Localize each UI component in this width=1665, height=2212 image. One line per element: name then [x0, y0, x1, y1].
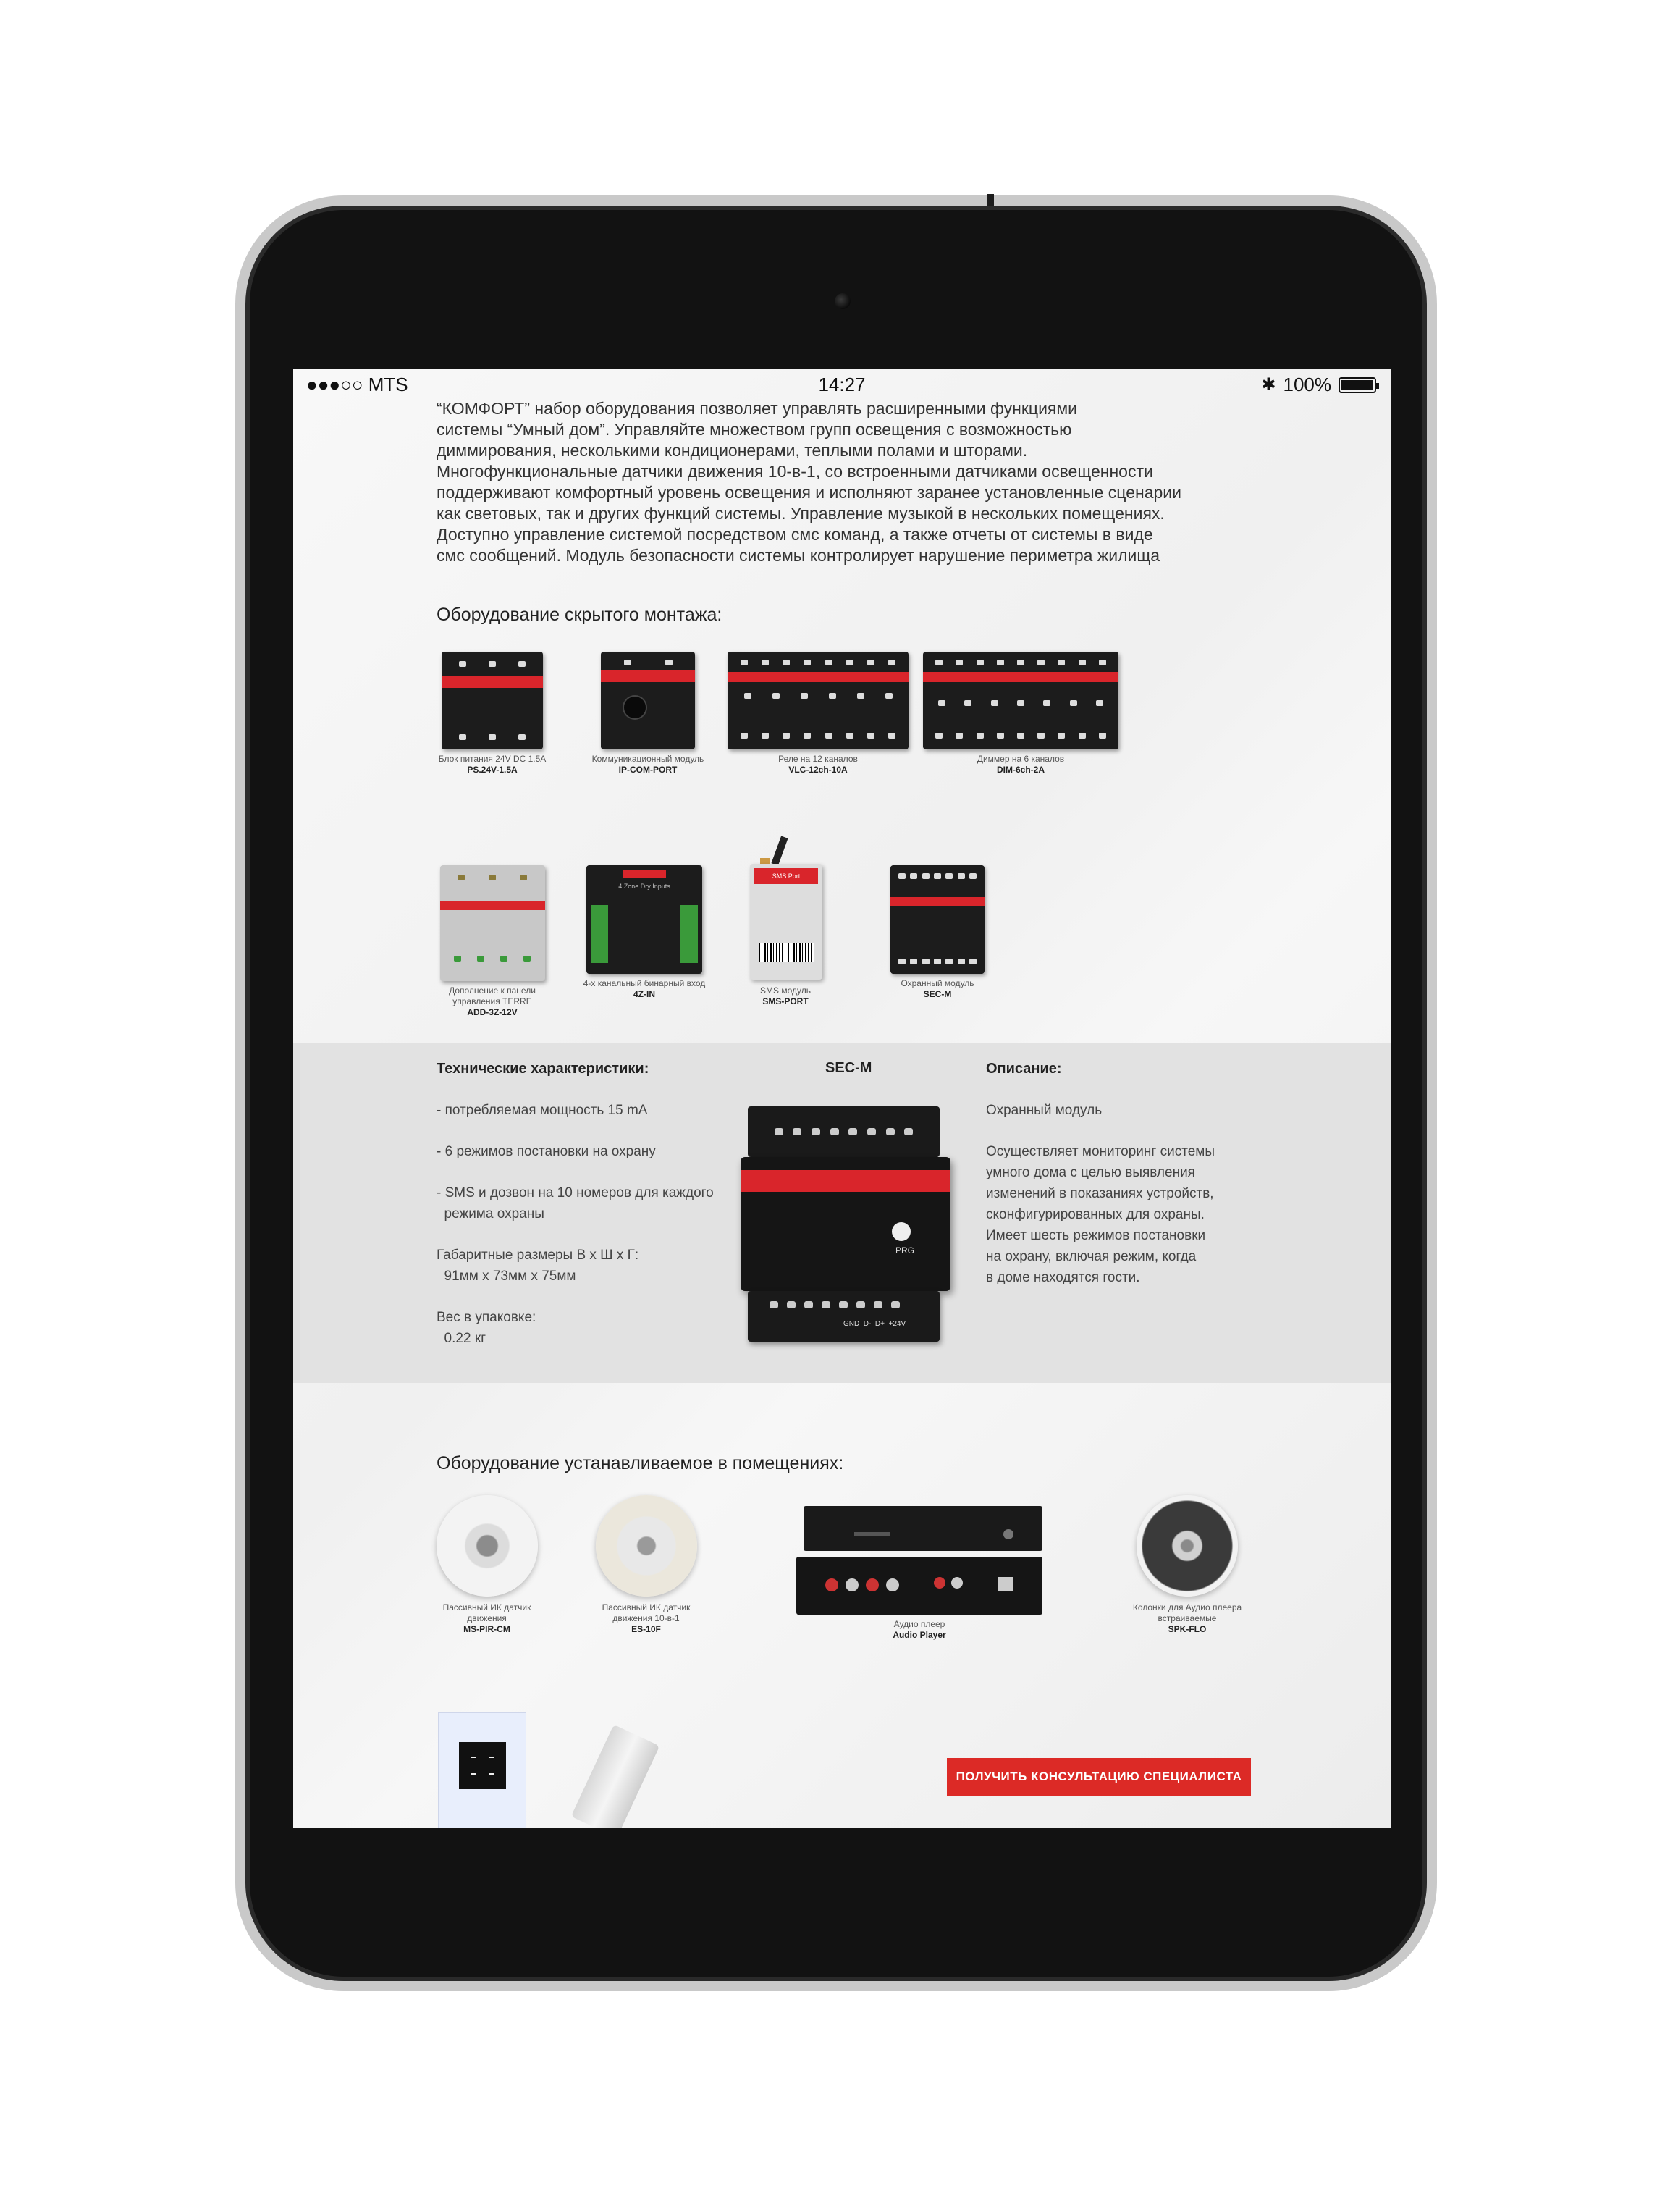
device-label: 4 Zone Dry Inputs	[618, 883, 670, 890]
desc-line: сконфигурированных для охраны.	[986, 1207, 1205, 1222]
product-name: SPK-FLO	[1168, 1624, 1207, 1634]
desc-line: Осуществляет мониторинг системы	[986, 1144, 1215, 1159]
prg-label: PRG	[895, 1245, 914, 1256]
relay-image	[728, 652, 909, 749]
screen: ●●●○○ MTS 14:27 ✱ 100% “КОМФОРТ” набор о…	[293, 369, 1391, 1828]
detail-product-title: SEC-M	[825, 1060, 872, 1076]
audio-player-image	[796, 1506, 1042, 1615]
spec-line: режима охраны	[437, 1206, 544, 1221]
description-block: Описание: Охранный модуль Осуществляет м…	[986, 1059, 1290, 1288]
product-desc: Блок питания 24V DC 1.5A	[438, 754, 547, 764]
spec-line: Вес в упаковке:	[437, 1310, 536, 1325]
product-desc: Дополнение к панели управления TERRE	[449, 985, 536, 1006]
product-name: VLC-12ch-10A	[788, 765, 848, 775]
desc-line: умного дома с целью выявления	[986, 1165, 1195, 1180]
product-card[interactable]: Пассивный ИК датчик движения MS-PIR-CM	[423, 1495, 550, 1635]
intro-text: “КОМФОРТ” набор оборудования позволяет у…	[437, 398, 1233, 566]
pir-sensor-image	[436, 1495, 538, 1597]
sms-module-image: SMS Port	[746, 836, 825, 981]
product-name: ES-10F	[631, 1624, 661, 1634]
product-card[interactable]: Блок питания 24V DC 1.5A PS.24V-1.5A	[409, 652, 576, 775]
touch-panel-image	[438, 1712, 526, 1828]
bluetooth-icon: ✱	[1261, 375, 1276, 395]
product-desc: Реле на 12 каналов	[778, 754, 858, 764]
addon-panel-image	[439, 865, 545, 981]
intro-line: диммирования, несколькими кондиционерами…	[437, 441, 1028, 460]
product-desc: Коммуникационный модуль	[591, 754, 704, 764]
consultation-button[interactable]: ПОЛУЧИТЬ КОНСУЛЬТАЦИЮ СПЕЦИАЛИСТА	[947, 1758, 1251, 1796]
intro-line: системы “Умный дом”. Управляйте множеств…	[437, 420, 1072, 439]
battery-icon	[1339, 377, 1379, 393]
desc-line: на охрану, включая режим, когда	[986, 1249, 1197, 1264]
product-detail-band: Технические характеристики: - потребляем…	[293, 1043, 1391, 1383]
intro-line: “КОМФОРТ” набор оборудования позволяет у…	[437, 399, 1078, 418]
product-card[interactable]: 4 Zone Dry Inputs 4-х канальный бинарный…	[579, 865, 709, 1000]
product-card[interactable]: Аудио плеер Audio Player	[789, 1506, 1050, 1641]
product-card[interactable]: SMS Port SMS модуль SMS-PORT	[731, 836, 840, 1007]
desc-line: в доме находятся гости.	[986, 1270, 1140, 1285]
curtain-motor-image	[570, 1724, 660, 1828]
com-module-image	[601, 652, 695, 749]
spec-line: 0.22 кг	[437, 1331, 486, 1346]
power-supply-image	[442, 652, 543, 749]
product-name: IP-COM-PORT	[618, 765, 678, 775]
desc-line: Имеет шесть режимов постановки	[986, 1228, 1206, 1243]
product-name: ADD-3Z-12V	[467, 1007, 518, 1017]
product-name: SEC-M	[923, 989, 952, 999]
spec-line: - SMS и дозвон на 10 номеров для каждого	[437, 1185, 714, 1200]
product-name: Audio Player	[893, 1630, 946, 1640]
hidden-section-title: Оборудование скрытого монтажа:	[437, 605, 722, 625]
product-desc: Колонки для Аудио плеера встраиваемые	[1132, 1602, 1242, 1623]
product-card[interactable]: Реле на 12 каналов VLC-12ch-10A	[724, 652, 912, 775]
sec-m-large-image: PRG GND D- D+ +24V	[741, 1106, 950, 1342]
product-name: 4Z-IN	[633, 989, 655, 999]
product-name: MS-PIR-CM	[463, 1624, 510, 1634]
product-desc: 4-х канальный бинарный вход	[583, 978, 706, 988]
device-label: SMS Port	[754, 868, 818, 884]
product-desc: Пассивный ИК датчик движения	[442, 1602, 531, 1623]
binary-input-image: 4 Zone Dry Inputs	[586, 865, 702, 974]
spec-line: 91мм х 73мм х 75мм	[437, 1269, 576, 1284]
product-card[interactable]: Диммер на 6 каналов DIM-6ch-2A	[916, 652, 1126, 775]
status-bar: ●●●○○ MTS 14:27 ✱ 100%	[293, 369, 1391, 397]
room-section-title: Оборудование устанавливаемое в помещения…	[437, 1453, 844, 1473]
product-card[interactable]: Охранный модуль SEC-M	[883, 865, 992, 1000]
spec-line: - 6 режимов постановки на охрану	[437, 1144, 656, 1159]
product-desc: Аудио плеер	[893, 1619, 945, 1629]
spec-line: Габаритные размеры В х Ш х Г:	[437, 1248, 639, 1263]
description-title: Описание:	[986, 1061, 1062, 1077]
product-card[interactable]: Колонки для Аудио плеера встраиваемые SP…	[1118, 1495, 1256, 1635]
product-desc: SMS модуль	[760, 985, 811, 996]
product-desc: Охранный модуль	[901, 978, 974, 988]
front-camera	[835, 293, 851, 309]
intro-line: поддерживают комфортный уровень освещени…	[437, 483, 1181, 502]
intro-line: как световых, так и других функций систе…	[437, 504, 1165, 523]
security-module-image	[890, 865, 985, 974]
product-name: SMS-PORT	[762, 996, 809, 1006]
intro-line: смс сообщений. Модуль безопасности систе…	[437, 546, 1160, 565]
power-button	[987, 194, 994, 206]
es10f-sensor-image	[595, 1495, 697, 1597]
product-card[interactable]: Дополнение к панели управления TERRE ADD…	[427, 865, 557, 1018]
product-desc: Пассивный ИК датчик движения 10-в-1	[602, 1602, 691, 1623]
specs-block: Технические характеристики: - потребляем…	[437, 1059, 726, 1349]
intro-line: Доступно управление системой посредством…	[437, 525, 1153, 544]
battery-label: 100%	[1283, 374, 1332, 395]
spec-line: - потребляемая мощность 15 mA	[437, 1103, 648, 1118]
product-name: DIM-6ch-2A	[996, 765, 1045, 775]
desc-line: Охранный модуль	[986, 1103, 1103, 1118]
intro-line: Многофункциональные датчики движения 10-…	[437, 462, 1153, 481]
speaker-image	[1137, 1495, 1238, 1597]
product-card[interactable]: Коммуникационный модуль IP-COM-PORT	[572, 652, 724, 775]
product-name: PS.24V-1.5A	[467, 765, 518, 775]
clock: 14:27	[818, 374, 866, 395]
dimmer-image	[923, 652, 1118, 749]
product-card[interactable]: Пассивный ИК датчик движения 10-в-1 ES-1…	[583, 1495, 709, 1635]
pin-labels: GND D- D+ +24V	[843, 1320, 906, 1328]
specs-title: Технические характеристики:	[437, 1061, 649, 1077]
desc-line: изменений в показаниях устройств,	[986, 1186, 1214, 1201]
product-desc: Диммер на 6 каналов	[977, 754, 1065, 764]
